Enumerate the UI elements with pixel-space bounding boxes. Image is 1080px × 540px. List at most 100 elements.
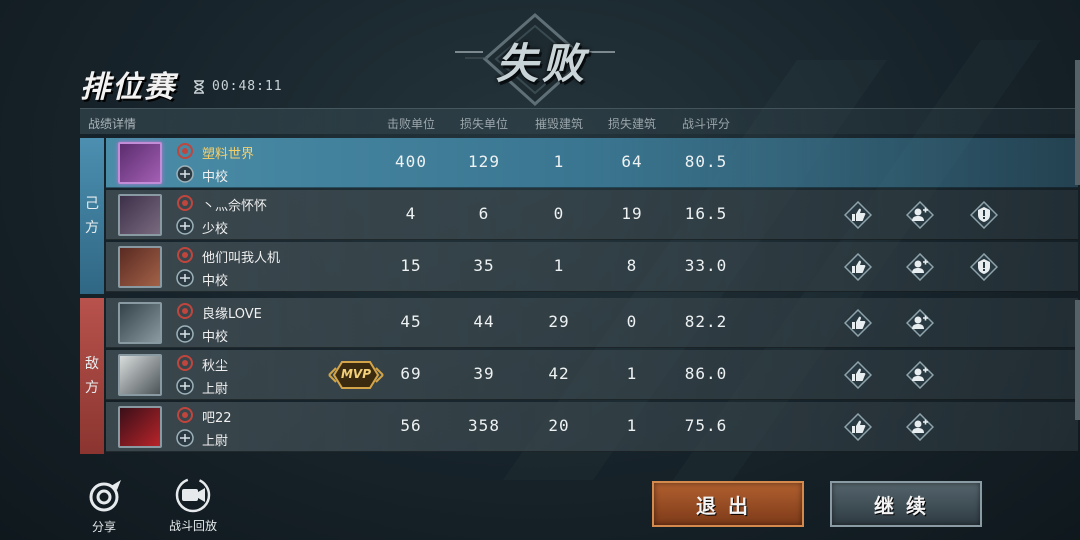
stat-score: 80.5 bbox=[684, 152, 728, 171]
stat-losses: 6 bbox=[478, 204, 490, 223]
player-avatar[interactable] bbox=[118, 246, 162, 288]
report-button[interactable] bbox=[969, 200, 999, 230]
like-button[interactable] bbox=[843, 200, 873, 230]
enemy-label-char: 敌 bbox=[85, 356, 99, 372]
continue-button[interactable]: 继续 bbox=[830, 481, 982, 527]
ally-label-char: 方 bbox=[85, 220, 99, 236]
like-button[interactable] bbox=[843, 360, 873, 390]
result-text: 失败 bbox=[495, 39, 588, 88]
add-friend-button[interactable] bbox=[905, 308, 935, 338]
player-row: 吧22 上尉 56 358 20 1 75.6 bbox=[106, 402, 1078, 452]
like-icon bbox=[843, 412, 873, 442]
add-friend-button[interactable] bbox=[905, 360, 935, 390]
player-row: 良缘LOVE 中校 45 44 29 0 82.2 bbox=[106, 298, 1078, 348]
stat-buildings-lost: 1 bbox=[626, 364, 638, 383]
add-friend-button[interactable] bbox=[905, 252, 935, 282]
faction-emblem-icon bbox=[177, 143, 193, 159]
faction-emblem-icon bbox=[177, 247, 193, 263]
stat-buildings-lost: 64 bbox=[621, 152, 643, 171]
stat-buildings-destroyed: 42 bbox=[548, 364, 570, 383]
player-row: 丶灬佘怀怀少校 4 6 0 19 16.5 bbox=[106, 190, 1078, 240]
column-header-buildings-lost: 损失建筑 bbox=[607, 117, 656, 131]
player-row: 他们叫我人机 中校 15 35 1 8 33.0 bbox=[106, 242, 1078, 292]
stat-losses: 129 bbox=[468, 152, 500, 171]
stat-buildings-lost: 1 bbox=[626, 416, 638, 435]
stat-kills: 56 bbox=[400, 416, 422, 435]
add-friend-button[interactable] bbox=[905, 200, 935, 230]
stat-buildings-destroyed: 0 bbox=[553, 204, 565, 223]
stat-kills: 15 bbox=[400, 256, 422, 275]
player-rank: 中校 bbox=[202, 274, 229, 289]
stat-score: 82.2 bbox=[684, 312, 728, 331]
stat-buildings-destroyed: 29 bbox=[548, 312, 570, 331]
column-header-losses: 损失单位 bbox=[459, 117, 508, 131]
battle-replay-button[interactable]: 战斗回放 bbox=[160, 475, 226, 534]
add-friend-icon bbox=[905, 308, 935, 338]
side-scroll-edge bbox=[1075, 60, 1080, 185]
player-avatar[interactable] bbox=[118, 194, 162, 236]
like-icon bbox=[843, 200, 873, 230]
player-rank: 中校 bbox=[202, 330, 229, 345]
military-rank-icon bbox=[176, 269, 194, 287]
like-icon bbox=[843, 252, 873, 282]
enemy-label-char: 方 bbox=[85, 380, 99, 396]
column-header-kills: 击败单位 bbox=[386, 117, 435, 131]
like-button[interactable] bbox=[843, 412, 873, 442]
stat-losses: 358 bbox=[468, 416, 500, 435]
stat-buildings-destroyed: 1 bbox=[553, 152, 565, 171]
player-name: 塑料世界 bbox=[202, 147, 255, 162]
military-rank-icon bbox=[176, 325, 194, 343]
replay-camera-icon bbox=[175, 477, 211, 513]
player-row: 秋尘 上尉 MVP 69 39 42 1 86.0 bbox=[106, 350, 1078, 400]
add-friend-icon bbox=[905, 412, 935, 442]
military-rank-icon bbox=[176, 429, 194, 447]
player-rank: 中校 bbox=[202, 170, 229, 185]
stat-kills: 4 bbox=[405, 204, 417, 223]
player-avatar[interactable] bbox=[118, 142, 162, 184]
table-header: 战绩详情 击败单位 损失单位 摧毁建筑 损失建筑 战斗评分 bbox=[80, 108, 1078, 134]
stat-losses: 39 bbox=[473, 364, 495, 383]
player-avatar[interactable] bbox=[118, 302, 162, 344]
share-label: 分享 bbox=[91, 520, 116, 534]
player-avatar[interactable] bbox=[118, 406, 162, 448]
military-rank-icon bbox=[176, 377, 194, 395]
stat-losses: 44 bbox=[473, 312, 495, 331]
stat-kills: 69 bbox=[400, 364, 422, 383]
like-button[interactable] bbox=[843, 252, 873, 282]
like-icon bbox=[843, 308, 873, 338]
player-rank: 上尉 bbox=[202, 434, 229, 449]
faction-emblem-icon bbox=[177, 355, 193, 371]
column-header-score: 战斗评分 bbox=[681, 117, 730, 131]
share-button[interactable]: 分享 bbox=[80, 478, 128, 535]
report-icon bbox=[969, 252, 999, 282]
faction-emblem-icon bbox=[177, 303, 193, 319]
player-name: 他们叫我人机 bbox=[202, 251, 281, 266]
battle-replay-label: 战斗回放 bbox=[168, 519, 217, 533]
stat-kills: 400 bbox=[395, 152, 427, 171]
hourglass-icon bbox=[194, 80, 204, 94]
stat-buildings-lost: 19 bbox=[621, 204, 643, 223]
stat-score: 86.0 bbox=[684, 364, 728, 383]
stat-buildings-lost: 0 bbox=[626, 312, 638, 331]
player-rank: 上尉 bbox=[202, 382, 229, 397]
add-friend-button[interactable] bbox=[905, 412, 935, 442]
like-icon bbox=[843, 360, 873, 390]
stat-score: 16.5 bbox=[684, 204, 728, 223]
add-friend-icon bbox=[905, 200, 935, 230]
exit-button[interactable]: 退出 bbox=[652, 481, 804, 527]
ally-label-char: 己 bbox=[85, 196, 99, 212]
player-avatar[interactable] bbox=[118, 354, 162, 396]
player-rank: 少校 bbox=[202, 222, 229, 237]
faction-emblem-icon bbox=[177, 195, 193, 211]
share-icon bbox=[89, 480, 121, 512]
report-button[interactable] bbox=[969, 252, 999, 282]
report-icon bbox=[969, 200, 999, 230]
add-friend-icon bbox=[905, 252, 935, 282]
stat-score: 75.6 bbox=[684, 416, 728, 435]
stat-buildings-lost: 8 bbox=[626, 256, 638, 275]
add-friend-icon bbox=[905, 360, 935, 390]
player-row: 塑料世界中校 400 129 1 64 80.5 bbox=[106, 138, 1078, 188]
like-button[interactable] bbox=[843, 308, 873, 338]
military-rank-icon bbox=[176, 217, 194, 235]
player-name: 丶灬佘怀怀 bbox=[202, 199, 268, 214]
